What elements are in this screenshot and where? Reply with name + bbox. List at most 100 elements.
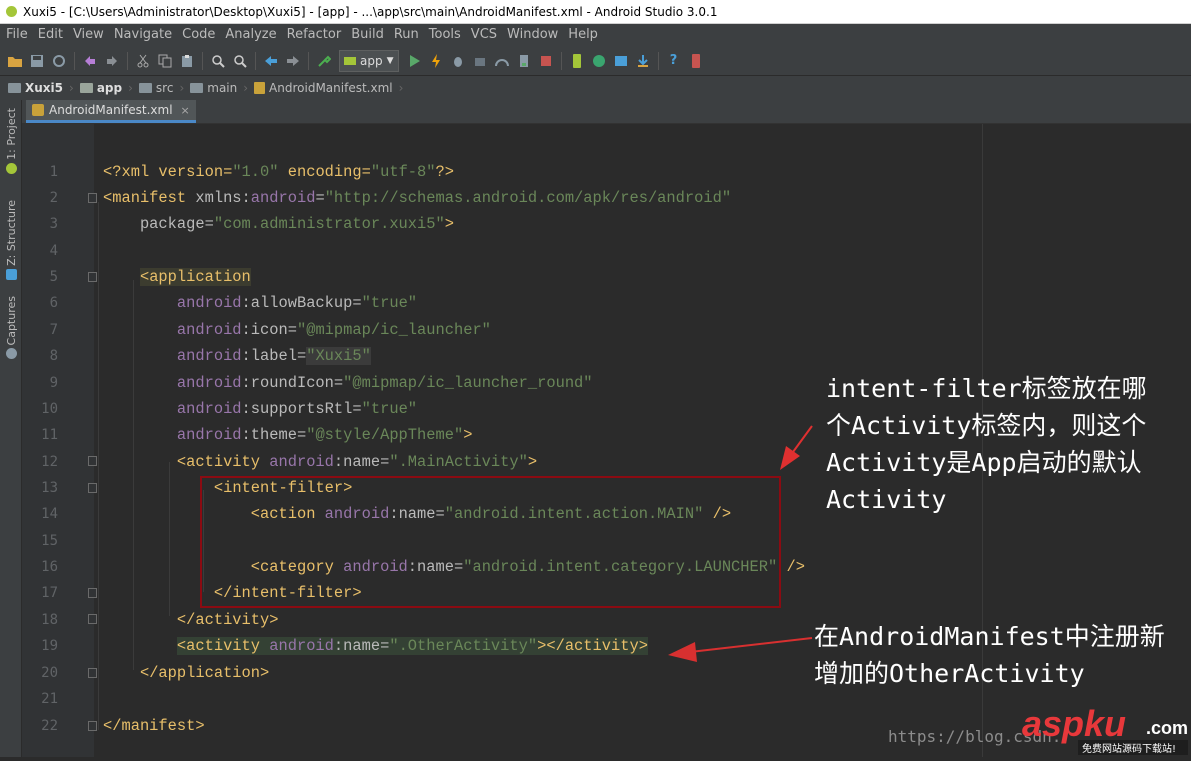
fold-marker[interactable] <box>88 588 97 598</box>
line-number: 14 <box>41 506 58 522</box>
find-icon[interactable] <box>210 53 226 69</box>
fold-marker[interactable] <box>88 721 97 731</box>
breadcrumb-src[interactable]: src <box>138 81 174 95</box>
save-all-icon[interactable] <box>29 53 45 69</box>
breadcrumb-module[interactable]: app <box>79 81 122 95</box>
line-number: 10 <box>41 401 58 417</box>
xml-file-icon <box>254 82 266 94</box>
line-number: 11 <box>41 427 58 443</box>
menu-run[interactable]: Run <box>389 24 424 46</box>
run-icon[interactable] <box>406 53 422 69</box>
run-configuration-select[interactable]: app ▼ <box>339 49 399 72</box>
breadcrumb-project[interactable]: Xuxi5 <box>8 81 63 95</box>
redo-icon[interactable] <box>104 53 120 69</box>
fold-marker[interactable] <box>88 668 97 678</box>
tab-captures-label: Captures <box>4 296 18 346</box>
menu-tools[interactable]: Tools <box>424 24 466 46</box>
cut-icon[interactable] <box>135 53 151 69</box>
folder-icon <box>138 83 152 93</box>
apply-changes-icon[interactable] <box>428 53 444 69</box>
avd-manager-icon[interactable] <box>569 53 585 69</box>
menu-view[interactable]: View <box>68 24 109 46</box>
profile-icon[interactable] <box>494 53 510 69</box>
folder-icon <box>8 83 21 93</box>
menu-navigate[interactable]: Navigate <box>109 24 177 46</box>
copy-icon[interactable] <box>157 53 173 69</box>
stop-icon[interactable] <box>538 53 554 69</box>
tab-android-manifest[interactable]: AndroidManifest.xml × <box>26 100 196 123</box>
folder-icon <box>79 83 93 93</box>
open-folder-icon[interactable] <box>7 53 23 69</box>
tab-label: AndroidManifest.xml <box>49 103 173 117</box>
line-number: 12 <box>41 454 58 470</box>
fold-marker[interactable] <box>88 614 97 624</box>
breadcrumb: Xuxi5 › app › src › main › AndroidManife… <box>0 76 1191 100</box>
breadcrumb-file[interactable]: AndroidManifest.xml <box>254 81 393 95</box>
line-number: 19 <box>41 638 58 654</box>
register-activity-annotation: 在AndroidManifest中注册新 增加的OtherActivity <box>814 618 1165 692</box>
tab-structure-label: Z: Structure <box>4 200 18 266</box>
back-icon[interactable] <box>263 53 279 69</box>
code-line: </manifest> <box>103 717 205 735</box>
device-file-explorer-icon[interactable] <box>688 53 704 69</box>
tab-structure[interactable]: Z: Structure <box>3 200 19 280</box>
breadcrumb-label: src <box>155 81 174 95</box>
code-line: android:label="Xuxi5" <box>176 347 371 365</box>
code-line: <activity android:name=".OtherActivity">… <box>176 637 648 655</box>
paste-icon[interactable] <box>179 53 195 69</box>
logo-text: aspku <box>1022 703 1126 744</box>
menu-file[interactable]: File <box>0 24 33 46</box>
annotation-line: Activity是App启动的默认 <box>826 448 1142 477</box>
tab-project[interactable]: 1: Project <box>3 108 19 174</box>
code-line: android:allowBackup="true" <box>176 294 418 312</box>
sync-icon[interactable] <box>51 53 67 69</box>
fold-marker[interactable] <box>88 483 97 493</box>
sync-gradle-icon[interactable] <box>591 53 607 69</box>
window-title-bar: Xuxi5 - [C:\Users\Administrator\Desktop\… <box>0 0 1191 24</box>
project-structure-icon[interactable] <box>613 53 629 69</box>
intent-filter-highlight-box <box>200 476 781 608</box>
tab-captures[interactable]: Captures <box>3 296 19 360</box>
breadcrumb-label: AndroidManifest.xml <box>269 81 393 95</box>
breadcrumb-main[interactable]: main <box>190 81 237 95</box>
close-icon[interactable]: × <box>181 104 190 117</box>
code-line: <application <box>139 268 251 286</box>
indent-guide <box>98 202 99 730</box>
attach-debugger-icon[interactable] <box>472 53 488 69</box>
editor-tab-bar: AndroidManifest.xml × <box>22 100 1191 124</box>
menu-edit[interactable]: Edit <box>33 24 68 46</box>
camera-icon <box>5 348 17 360</box>
menu-window[interactable]: Window <box>502 24 563 46</box>
chevron-right-icon: › <box>69 81 74 95</box>
debug-icon[interactable] <box>450 53 466 69</box>
undo-icon[interactable] <box>82 53 98 69</box>
line-number: 3 <box>49 216 58 232</box>
menu-build[interactable]: Build <box>346 24 389 46</box>
menu-refactor[interactable]: Refactor <box>282 24 347 46</box>
menu-vcs[interactable]: VCS <box>466 24 502 46</box>
android-app-icon <box>344 56 356 65</box>
line-number: 2 <box>49 190 58 206</box>
sdk-manager-icon[interactable] <box>635 53 651 69</box>
help-icon[interactable]: ? <box>666 53 682 69</box>
replace-icon[interactable] <box>232 53 248 69</box>
left-tool-strip: 1: Project Z: Structure Captures <box>0 100 22 757</box>
fold-marker[interactable] <box>88 272 97 282</box>
make-project-icon[interactable] <box>316 53 332 69</box>
logo-suffix: .com <box>1146 718 1188 738</box>
line-number: 17 <box>41 585 58 601</box>
menu-help[interactable]: Help <box>563 24 603 46</box>
menu-code[interactable]: Code <box>177 24 220 46</box>
menu-analyze[interactable]: Analyze <box>220 24 281 46</box>
chevron-right-icon: › <box>128 81 133 95</box>
run-configuration-label: app <box>360 53 383 68</box>
line-number: 18 <box>41 612 58 628</box>
code-line: android:theme="@style/AppTheme"> <box>176 426 473 444</box>
fold-marker[interactable] <box>88 193 97 203</box>
coverage-icon[interactable] <box>516 53 532 69</box>
line-number: 15 <box>41 533 58 549</box>
forward-icon[interactable] <box>285 53 301 69</box>
code-line: <activity android:name=".MainActivity"> <box>176 453 538 471</box>
line-number: 7 <box>49 322 58 338</box>
fold-marker[interactable] <box>88 456 97 466</box>
